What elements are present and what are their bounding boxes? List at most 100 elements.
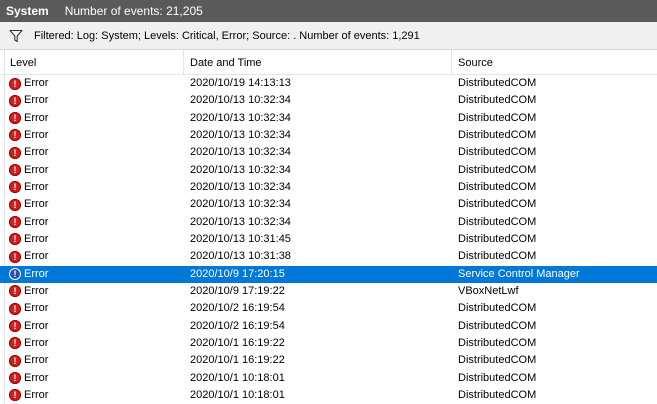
datetime-cell: 2020/10/2 16:19:54: [190, 302, 285, 315]
table-row[interactable]: ! Error 2020/10/13 10:32:34 DistributedCOM: [0, 162, 657, 179]
table-row[interactable]: ! Error 2020/10/13 10:32:34 DistributedCOM: [0, 196, 657, 213]
level-cell: ! Error: [9, 162, 48, 179]
source-cell: DistributedCOM: [458, 388, 537, 401]
datetime-cell: 2020/10/13 10:32:34: [190, 94, 291, 107]
level-text: Error: [24, 250, 49, 263]
level-cell: ! Error: [9, 300, 48, 317]
level-text: Error: [24, 163, 49, 176]
level-text: Error: [24, 128, 49, 141]
source-cell: Service Control Manager: [458, 267, 580, 280]
level-text: Error: [24, 319, 49, 332]
level-cell: ! Error: [9, 266, 48, 283]
error-icon: !: [9, 164, 21, 177]
level-text: Error: [24, 302, 49, 315]
level-cell: ! Error: [9, 231, 48, 248]
level-text: Error: [24, 180, 49, 193]
level-text: Error: [24, 336, 49, 349]
datetime-cell: 2020/10/1 10:18:01: [190, 371, 285, 384]
level-text: Error: [24, 371, 49, 384]
table-row[interactable]: ! Error 2020/10/13 10:32:34 DistributedCOM: [0, 110, 657, 127]
datetime-cell: 2020/10/1 16:19:22: [190, 336, 285, 349]
source-cell: DistributedCOM: [458, 354, 537, 367]
level-cell: ! Error: [9, 214, 48, 231]
level-cell: ! Error: [9, 110, 48, 127]
source-cell: DistributedCOM: [458, 250, 537, 263]
table-row[interactable]: ! Error 2020/10/13 10:32:34 DistributedCOM: [0, 179, 657, 196]
error-icon: !: [9, 268, 21, 281]
error-icon: !: [9, 77, 21, 90]
column-header-datetime[interactable]: Date and Time: [184, 50, 452, 74]
level-cell: ! Error: [9, 75, 48, 92]
table-row[interactable]: ! Error 2020/10/19 14:13:13 DistributedCOM: [0, 75, 657, 92]
error-icon: !: [9, 337, 21, 350]
log-title-bar: System Number of events: 21,205: [0, 0, 657, 22]
error-icon: !: [9, 146, 21, 159]
table-row[interactable]: ! Error 2020/10/13 10:31:45 DistributedCOM: [0, 231, 657, 248]
level-cell: ! Error: [9, 196, 48, 213]
level-cell: ! Error: [9, 248, 48, 265]
datetime-cell: 2020/10/13 10:32:34: [190, 180, 291, 193]
table-row[interactable]: ! Error 2020/10/1 10:18:01 DistributedCOM: [0, 387, 657, 404]
table-row[interactable]: ! Error 2020/10/13 10:31:38 DistributedCOM: [0, 248, 657, 265]
error-icon: !: [9, 285, 21, 298]
level-text: Error: [24, 232, 49, 245]
column-header-level[interactable]: Level: [4, 50, 184, 74]
source-cell: DistributedCOM: [458, 198, 537, 211]
error-icon: !: [9, 389, 21, 402]
datetime-cell: 2020/10/13 10:31:38: [190, 250, 291, 263]
table-row[interactable]: ! Error 2020/10/9 17:20:15 Service Control …: [0, 265, 657, 283]
datetime-cell: 2020/10/1 10:18:01: [190, 388, 285, 401]
error-icon: !: [9, 372, 21, 385]
table-row[interactable]: ! Error 2020/10/1 16:19:22 DistributedCOM: [0, 335, 657, 352]
level-text: Error: [24, 284, 49, 297]
level-text: Error: [24, 146, 49, 159]
datetime-cell: 2020/10/2 16:19:54: [190, 319, 285, 332]
table-row[interactable]: ! Error 2020/10/13 10:32:34 DistributedCOM: [0, 127, 657, 144]
level-text: Error: [24, 111, 49, 124]
table-row[interactable]: ! Error 2020/10/9 17:19:22 VBoxNetLwf: [0, 283, 657, 300]
source-cell: DistributedCOM: [458, 319, 537, 332]
table-row[interactable]: ! Error 2020/10/1 16:19:22 DistributedCOM: [0, 352, 657, 369]
source-cell: DistributedCOM: [458, 77, 537, 89]
error-icon: !: [9, 354, 21, 367]
source-cell: DistributedCOM: [458, 128, 537, 141]
level-text: Error: [24, 388, 49, 401]
level-text: Error: [24, 215, 49, 228]
table-row[interactable]: ! Error 2020/10/13 10:32:34 DistributedCOM: [0, 144, 657, 161]
error-icon: !: [9, 112, 21, 125]
level-cell: ! Error: [9, 335, 48, 352]
table-row[interactable]: ! Error 2020/10/2 16:19:54 DistributedCOM: [0, 318, 657, 335]
datetime-cell: 2020/10/1 16:19:22: [190, 354, 285, 367]
error-icon: !: [9, 320, 21, 333]
source-cell: VBoxNetLwf: [458, 284, 519, 297]
filter-funnel-icon[interactable]: [8, 28, 24, 44]
level-cell: ! Error: [9, 370, 48, 387]
datetime-cell: 2020/10/9 17:20:15: [190, 267, 285, 280]
table-row[interactable]: ! Error 2020/10/2 16:19:54 DistributedCOM: [0, 300, 657, 317]
table-row[interactable]: ! Error 2020/10/13 10:32:34 DistributedCOM: [0, 92, 657, 109]
table-header: Level Date and Time Source: [0, 50, 657, 75]
error-icon: !: [9, 302, 21, 315]
datetime-cell: 2020/10/19 14:13:13: [190, 77, 291, 89]
level-text: Error: [24, 354, 49, 367]
error-icon: !: [9, 233, 21, 246]
source-cell: DistributedCOM: [458, 371, 537, 384]
source-cell: DistributedCOM: [458, 302, 537, 315]
column-header-source[interactable]: Source: [452, 50, 657, 74]
level-cell: ! Error: [9, 387, 48, 404]
datetime-cell: 2020/10/13 10:32:34: [190, 111, 291, 124]
level-cell: ! Error: [9, 352, 48, 369]
error-icon: !: [9, 129, 21, 142]
datetime-cell: 2020/10/13 10:32:34: [190, 128, 291, 141]
filter-description: Filtered: Log: System; Levels: Critical,…: [34, 29, 420, 42]
level-text: Error: [24, 77, 49, 89]
table-row[interactable]: ! Error 2020/10/1 10:18:01 DistributedCOM: [0, 370, 657, 387]
table-row[interactable]: ! Error 2020/10/13 10:32:34 DistributedCOM: [0, 214, 657, 231]
log-name: System: [6, 4, 49, 18]
error-icon: !: [9, 198, 21, 211]
error-icon: !: [9, 181, 21, 194]
level-cell: ! Error: [9, 127, 48, 144]
event-count: Number of events: 21,205: [64, 4, 203, 18]
source-cell: DistributedCOM: [458, 94, 537, 107]
level-text: Error: [24, 267, 49, 280]
